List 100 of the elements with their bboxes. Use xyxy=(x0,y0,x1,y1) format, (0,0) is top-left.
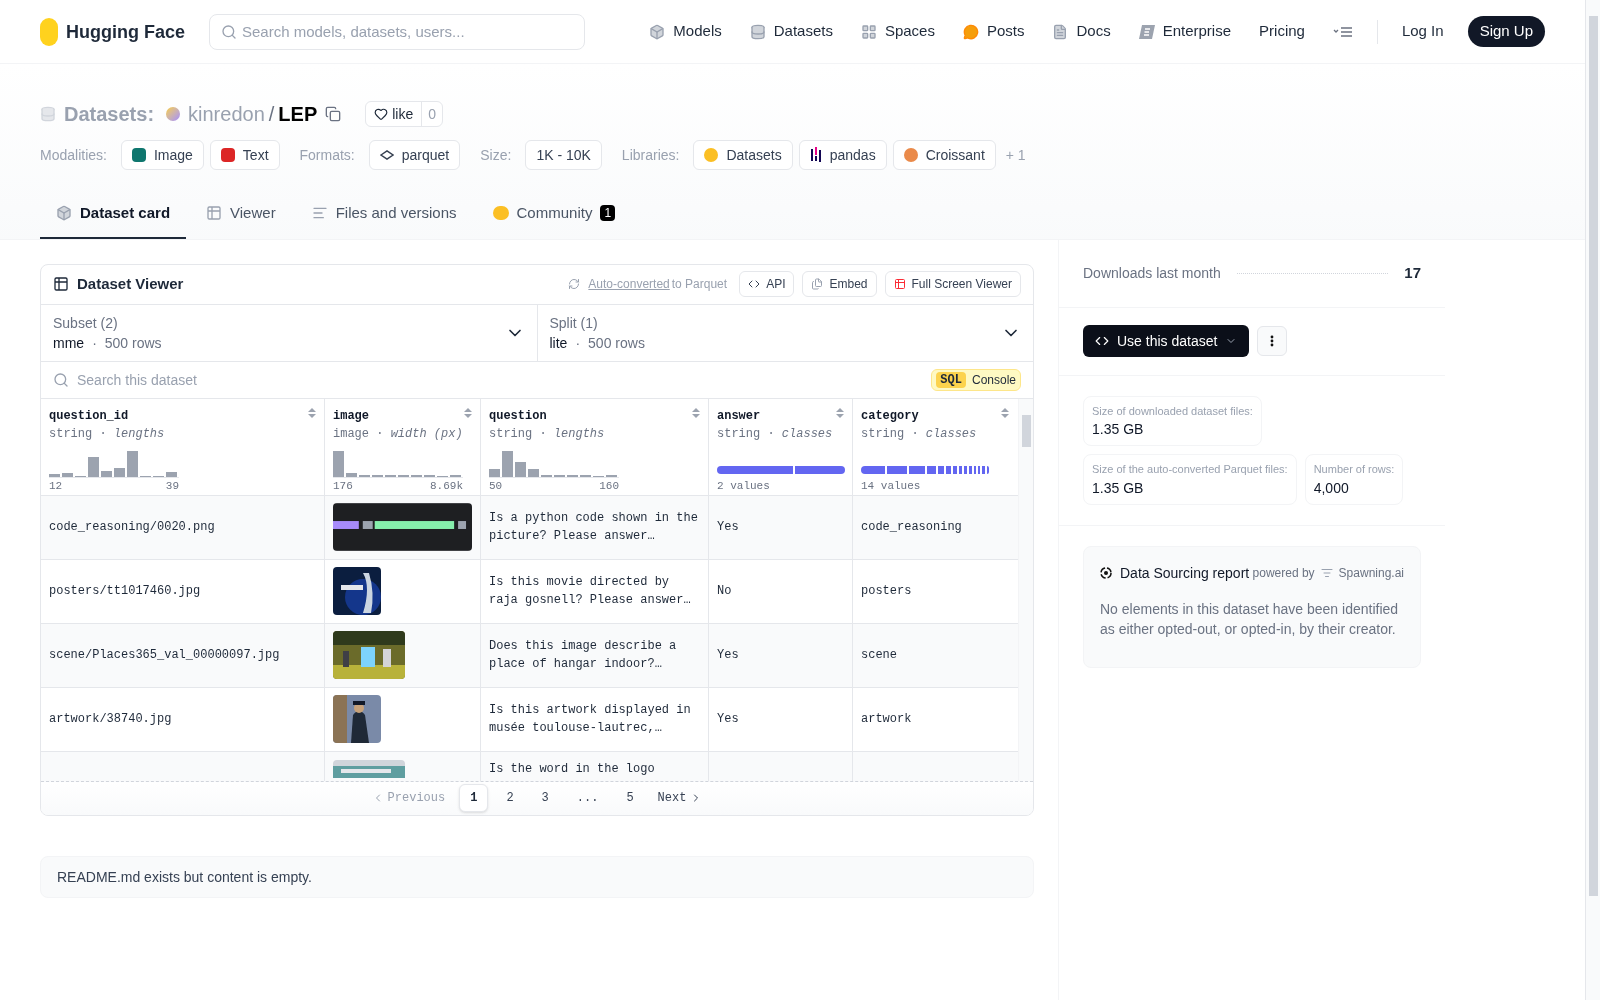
tab[interactable]: Viewer xyxy=(190,198,292,239)
toolbar-button[interactable]: Full Screen Viewer xyxy=(884,271,1021,297)
spiral-icon xyxy=(1100,566,1112,579)
search-icon xyxy=(53,371,69,388)
dropdown[interactable]: Split (1) lite · 500 rows xyxy=(537,304,1033,361)
count-badge: 1 xyxy=(600,205,616,222)
table-icon xyxy=(53,276,69,292)
nav-link[interactable]: Spaces xyxy=(860,20,935,43)
page-link[interactable]: 2 xyxy=(496,785,524,811)
tab[interactable]: Files and versions xyxy=(295,198,473,239)
table-cell: scene/Places365_val_00000097.jpg xyxy=(41,623,325,687)
logo-icon[interactable] xyxy=(40,17,58,46)
dataset-name[interactable]: LEP xyxy=(278,100,318,128)
report-title: Data Sourcing report xyxy=(1120,563,1250,583)
code-icon xyxy=(1095,334,1109,348)
nav-link[interactable]: Datasets xyxy=(749,20,833,43)
histogram-max: 39 xyxy=(165,479,179,494)
code-icon xyxy=(748,278,761,290)
dropdown[interactable]: Subset (2) mme · 500 rows xyxy=(41,304,538,361)
toolbar-button[interactable]: Embed xyxy=(802,271,877,297)
provider-link[interactable]: Spawning.ai xyxy=(1338,564,1404,581)
tag-group-label: Size: xyxy=(480,146,512,165)
search-icon xyxy=(221,23,237,40)
tag-group-label: Formats: xyxy=(299,146,355,165)
like-count: 0 xyxy=(421,102,443,126)
table-cell-text: artwork xyxy=(860,711,913,728)
page-link[interactable]: 3 xyxy=(531,785,559,811)
more-options-button[interactable] xyxy=(1257,326,1288,356)
tag[interactable]: Datasets xyxy=(693,140,793,170)
signup-button[interactable]: Sign Up xyxy=(1467,16,1545,47)
classes-summary: 2 values xyxy=(717,479,771,494)
column-header[interactable]: category string · classes 14 values xyxy=(853,398,1017,495)
sort-icon[interactable] xyxy=(692,406,700,419)
owner-avatar xyxy=(166,107,181,121)
downloads-label: Downloads last month xyxy=(1083,264,1221,283)
table-cell: Yes xyxy=(709,495,853,559)
table-scrollbar[interactable] xyxy=(1018,398,1033,781)
sort-icon[interactable] xyxy=(464,406,472,419)
tag-group-label: Libraries: xyxy=(621,146,680,165)
tag[interactable]: pandas xyxy=(798,140,887,170)
bars-icon xyxy=(809,147,822,163)
sort-icon[interactable] xyxy=(1001,406,1009,419)
page-link[interactable]: 1 xyxy=(459,784,489,812)
page-scrollbar[interactable] xyxy=(1585,0,1600,1000)
next-link[interactable]: Next xyxy=(649,789,711,807)
database-icon xyxy=(749,23,766,40)
login-link[interactable]: Log In xyxy=(1401,20,1444,43)
sort-icon[interactable] xyxy=(308,406,316,419)
table-cell-text: scene xyxy=(860,647,898,664)
parquet-note: to Parquet xyxy=(671,276,728,292)
table-cell: Is this artwork displayed in musée toulouse-lautrec,… xyxy=(481,687,709,751)
enterprise-icon xyxy=(1138,24,1155,39)
menu-icon[interactable] xyxy=(1332,25,1353,38)
histogram-max: 8.69k xyxy=(430,479,463,494)
copy-icon[interactable] xyxy=(325,106,342,122)
histogram-min: 176 xyxy=(333,479,353,494)
tag[interactable]: Image xyxy=(120,140,204,170)
nav-link[interactable]: Pricing xyxy=(1259,20,1305,43)
tag[interactable]: parquet xyxy=(368,140,461,170)
table-cell: artwork/38740.jpg xyxy=(41,687,325,751)
column-header[interactable]: question_id string · lengths 12 39 xyxy=(41,398,325,495)
table-icon xyxy=(893,278,906,290)
page-link[interactable]: ... xyxy=(566,785,609,811)
speech-bubble-icon xyxy=(962,23,979,40)
tab[interactable]: Community 1 xyxy=(476,198,632,239)
column-header[interactable]: answer string · classes 2 values xyxy=(709,398,853,495)
stat-card: Size of downloaded dataset files: 1.35 GB xyxy=(1083,395,1262,446)
dataset-search-field[interactable]: Search this dataset xyxy=(77,369,924,390)
cube-icon xyxy=(649,23,666,40)
page-link[interactable]: 5 xyxy=(616,785,644,811)
search-field[interactable]: Search models, datasets, users... xyxy=(209,13,585,50)
brand-name[interactable]: Hugging Face xyxy=(66,17,185,46)
more-icon xyxy=(1270,335,1275,347)
nav-link[interactable]: Models xyxy=(649,20,722,43)
downloads-count: 17 xyxy=(1404,262,1421,283)
tag[interactable]: 1K - 10K xyxy=(525,140,602,170)
table-cell: Is this movie directed by raja gosnell? Please answer… xyxy=(481,559,709,623)
sort-icon[interactable] xyxy=(836,406,844,419)
nav-link[interactable]: Posts xyxy=(962,20,1025,43)
use-dataset-button[interactable]: Use this dataset xyxy=(1083,325,1250,357)
column-header[interactable]: image image · width (px) 176 8.69k xyxy=(325,398,481,495)
like-button[interactable]: like 0 xyxy=(365,101,444,127)
histogram-min: 12 xyxy=(49,479,63,494)
tab[interactable]: Dataset card xyxy=(40,198,187,239)
nav-link[interactable]: Docs xyxy=(1052,20,1111,43)
histogram-max: 160 xyxy=(599,479,619,494)
database-icon xyxy=(40,106,56,122)
toolbar-button[interactable]: API xyxy=(739,271,795,297)
heart-icon xyxy=(374,107,389,121)
tag[interactable]: Text xyxy=(209,140,280,170)
tag[interactable]: Croissant xyxy=(892,140,996,170)
panel-title: Dataset Viewer xyxy=(77,273,184,294)
sql-console-button[interactable]: SQL Console xyxy=(931,368,1021,391)
stat-card: Number of rows: 4,000 xyxy=(1304,454,1404,505)
stat-card: Size of the auto-converted Parquet files: 1.35 GB xyxy=(1083,454,1297,505)
column-header[interactable]: question string · lengths 50 160 xyxy=(481,398,709,495)
report-text: No elements in this dataset have been identified as either opted-out, or opted-in, by their creator. xyxy=(1100,599,1400,639)
nav-link[interactable]: Enterprise xyxy=(1138,20,1232,43)
table-cell: Does this image describe a place of hangar indoor?… xyxy=(481,623,709,687)
refresh-icon xyxy=(568,278,581,290)
